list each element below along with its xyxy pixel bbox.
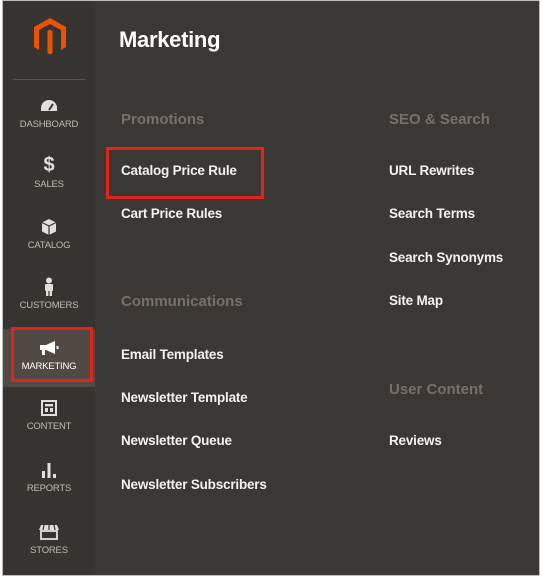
- sidebar-divider: [13, 79, 85, 80]
- section-title-seo-search: SEO & Search: [389, 111, 490, 128]
- sidebar-item-label: REPORTS: [26, 483, 72, 494]
- menu-link-email-templates[interactable]: Email Templates: [121, 347, 224, 362]
- sidebar-item-label: DASHBOARD: [19, 119, 79, 130]
- sidebar-item-label: SALES: [34, 179, 64, 190]
- page-title: Marketing: [119, 27, 221, 52]
- menu-link-search-synonyms[interactable]: Search Synonyms: [389, 250, 503, 265]
- dashboard-gauge-icon: [3, 93, 95, 117]
- sidebar-item-label: CATALOG: [27, 240, 71, 251]
- sidebar-item-sales[interactable]: $ SALES: [3, 147, 95, 205]
- sidebar-item-label: CONTENT: [26, 421, 72, 432]
- menu-link-url-rewrites[interactable]: URL Rewrites: [389, 163, 474, 178]
- section-title-user-content: User Content: [389, 381, 484, 398]
- sidebar-item-reports[interactable]: REPORTS: [3, 451, 95, 509]
- menu-link-cart-price-rules[interactable]: Cart Price Rules: [121, 206, 222, 221]
- store-icon: [3, 519, 95, 543]
- sidebar-item-stores[interactable]: STORES: [3, 513, 95, 571]
- magento-logo-icon[interactable]: [33, 17, 67, 57]
- section-title-communications: Communications: [121, 293, 243, 310]
- menu-link-search-terms[interactable]: Search Terms: [389, 206, 475, 221]
- sidebar-item-customers[interactable]: CUSTOMERS: [3, 268, 95, 326]
- marketing-menu-panel: Marketing Promotions Catalog Price Rule …: [95, 1, 539, 575]
- box-icon: [3, 214, 95, 238]
- menu-link-reviews[interactable]: Reviews: [389, 433, 442, 448]
- sidebar-item-label: STORES: [30, 545, 68, 556]
- bar-chart-icon: [3, 457, 95, 481]
- menu-link-site-map[interactable]: Site Map: [389, 293, 443, 308]
- sidebar-item-catalog[interactable]: CATALOG: [3, 208, 95, 266]
- sidebar-item-dashboard[interactable]: DASHBOARD: [3, 87, 95, 145]
- sidebar-item-content[interactable]: CONTENT: [3, 389, 95, 447]
- layout-icon: [3, 395, 95, 419]
- admin-menu-frame: DASHBOARD $ SALES CATALOG CUSTOMERS MARK…: [2, 0, 540, 576]
- catalog-price-rule-highlight-box: [106, 147, 264, 199]
- dollar-icon: $: [43, 154, 55, 176]
- admin-sidebar: DASHBOARD $ SALES CATALOG CUSTOMERS MARK…: [3, 1, 95, 575]
- menu-link-newsletter-template[interactable]: Newsletter Template: [121, 390, 248, 405]
- section-title-promotions: Promotions: [121, 111, 205, 128]
- marketing-highlight-box: [11, 327, 93, 382]
- menu-link-newsletter-subscribers[interactable]: Newsletter Subscribers: [121, 477, 267, 492]
- sidebar-item-label: CUSTOMERS: [19, 300, 79, 311]
- menu-link-newsletter-queue[interactable]: Newsletter Queue: [121, 433, 232, 448]
- person-icon: [3, 274, 95, 298]
